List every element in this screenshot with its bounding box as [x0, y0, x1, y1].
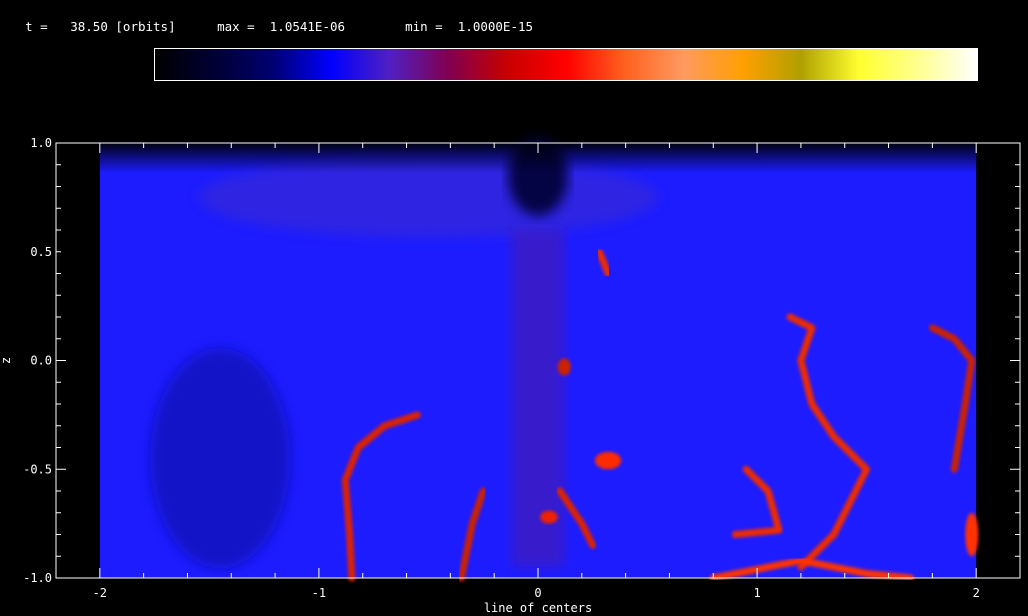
y-tick-label: -1.0 — [23, 571, 52, 585]
y-tick-label: -0.5 — [23, 462, 52, 476]
y-axis-label: z — [0, 357, 13, 364]
x-axis-label: line of centers — [484, 601, 592, 615]
x-tick-label: 0 — [534, 586, 541, 600]
blob-mark — [594, 451, 622, 470]
y-tick-label: 0.5 — [30, 245, 52, 259]
y-tick-label: 1.0 — [30, 136, 52, 150]
blob-mark — [557, 358, 571, 376]
dark-region — [150, 348, 291, 569]
blob-mark — [540, 510, 558, 524]
x-tick-label: -1 — [312, 586, 326, 600]
x-tick-label: 2 — [973, 586, 980, 600]
y-tick-label: 0.0 — [30, 354, 52, 368]
blob-mark — [965, 512, 979, 557]
x-tick-label: -2 — [93, 586, 107, 600]
x-tick-label: 1 — [753, 586, 760, 600]
heatmap-plot: -2 -1 0 1 2 1.0 0.5 0.0 -0.5 -1.0 line of centers z — [0, 135, 1021, 615]
